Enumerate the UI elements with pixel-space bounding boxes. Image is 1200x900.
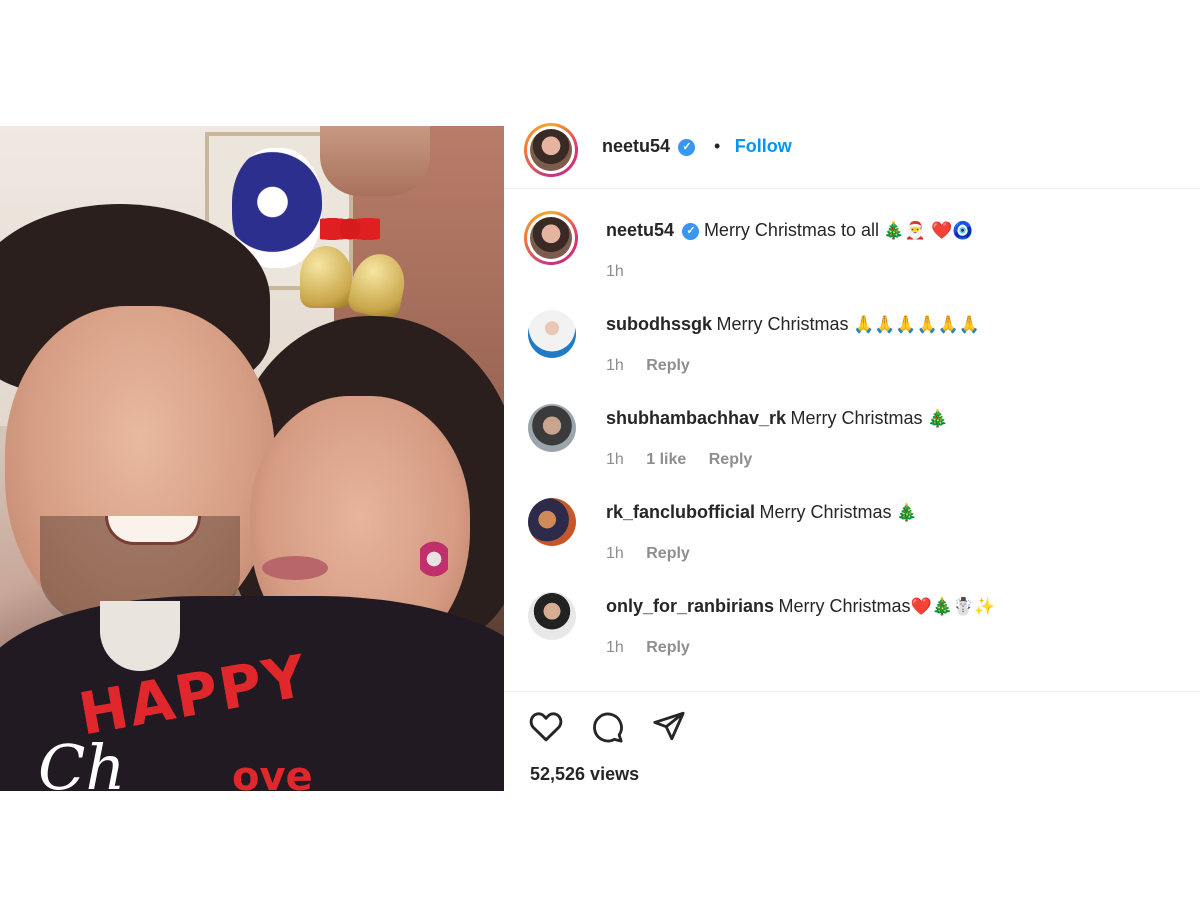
commenter-avatar[interactable] xyxy=(528,310,576,358)
caption-emojis: 🎄🎅 ❤️🧿 xyxy=(883,221,974,241)
comment-icon[interactable] xyxy=(590,710,624,749)
verified-badge-icon: ✓ xyxy=(678,139,696,157)
reply-button[interactable]: Reply xyxy=(646,545,690,562)
share-icon[interactable] xyxy=(652,710,686,747)
bow-sticker xyxy=(320,212,380,246)
post-photo[interactable]: HAPPY Ch ove xyxy=(0,126,504,791)
comment-text: Merry Christmas xyxy=(759,502,892,522)
commenter-avatar[interactable] xyxy=(528,592,576,640)
author-username[interactable]: neetu54 xyxy=(602,136,670,156)
comment-username[interactable]: rk_fanclubofficial xyxy=(606,502,755,522)
photo-smile xyxy=(105,516,201,545)
comment-meta: 1h 1 like Reply xyxy=(606,451,770,469)
commenter-avatar[interactable] xyxy=(528,404,576,452)
comment-text: Merry Christmas xyxy=(790,408,923,428)
follow-button[interactable]: Follow xyxy=(735,136,792,156)
comment-meta: 1h Reply xyxy=(606,357,708,375)
caption-text: Merry Christmas to all xyxy=(703,220,879,240)
heart-icon[interactable] xyxy=(528,710,564,747)
section-divider xyxy=(504,691,1200,692)
author-avatar[interactable] xyxy=(524,123,578,177)
header-user-row: neetu54 ✓ • Follow xyxy=(602,136,792,157)
comment-username[interactable]: only_for_ranbirians xyxy=(606,596,774,616)
photo-lamp xyxy=(320,126,430,196)
comment-text: Merry Christmas xyxy=(778,596,911,616)
reply-button[interactable]: Reply xyxy=(709,451,753,468)
bell-sticker xyxy=(300,246,352,308)
comment-emojis: 🎄 xyxy=(926,409,949,429)
photo-lips xyxy=(262,556,328,580)
separator-dot: • xyxy=(713,136,721,156)
comment-time[interactable]: 1h xyxy=(606,357,624,374)
comment-emojis: ❤️🎄☃️✨ xyxy=(910,597,996,617)
caption-username[interactable]: neetu54 xyxy=(606,220,674,240)
comment-row: shubhambachhav_rk Merry Christmas 🎄 xyxy=(606,408,948,429)
caption-meta: 1h xyxy=(606,263,642,281)
comment-text: Merry Christmas xyxy=(716,314,849,334)
photo-earring xyxy=(420,534,448,584)
comment-emojis: 🎄 xyxy=(895,503,918,523)
comment-username[interactable]: shubhambachhav_rk xyxy=(606,408,786,428)
reply-button[interactable]: Reply xyxy=(646,639,690,656)
comment-row: rk_fanclubofficial Merry Christmas 🎄 xyxy=(606,502,917,523)
post-side-panel: neetu54 ✓ • Follow neetu54 ✓ Merry Chris… xyxy=(504,123,1200,791)
comment-meta: 1h Reply xyxy=(606,545,708,563)
post-header: neetu54 ✓ • Follow xyxy=(504,123,1200,189)
view-count[interactable]: 52,526 views xyxy=(530,764,639,785)
verified-badge-icon: ✓ xyxy=(682,223,700,241)
comment-username[interactable]: subodhssgk xyxy=(606,314,712,334)
comment-meta: 1h Reply xyxy=(606,639,708,657)
comment-time[interactable]: 1h xyxy=(606,451,624,468)
reply-button[interactable]: Reply xyxy=(646,357,690,374)
caption-row: neetu54 ✓ Merry Christmas to all 🎄🎅 ❤️🧿 xyxy=(606,220,974,241)
comment-row: subodhssgk Merry Christmas 🙏🙏🙏🙏🙏🙏 xyxy=(606,314,980,335)
commenter-avatar[interactable] xyxy=(528,498,576,546)
christmas-sticker-text: Ch xyxy=(38,731,126,791)
comment-row: only_for_ranbirians Merry Christmas❤️🎄☃️… xyxy=(606,596,995,617)
love-sticker-text: ove xyxy=(232,754,313,791)
caption-time[interactable]: 1h xyxy=(606,263,624,280)
like-count[interactable]: 1 like xyxy=(646,451,686,468)
comment-time[interactable]: 1h xyxy=(606,639,624,656)
caption-avatar[interactable] xyxy=(524,211,578,265)
comment-time[interactable]: 1h xyxy=(606,545,624,562)
comment-emojis: 🙏🙏🙏🙏🙏🙏 xyxy=(852,315,980,335)
